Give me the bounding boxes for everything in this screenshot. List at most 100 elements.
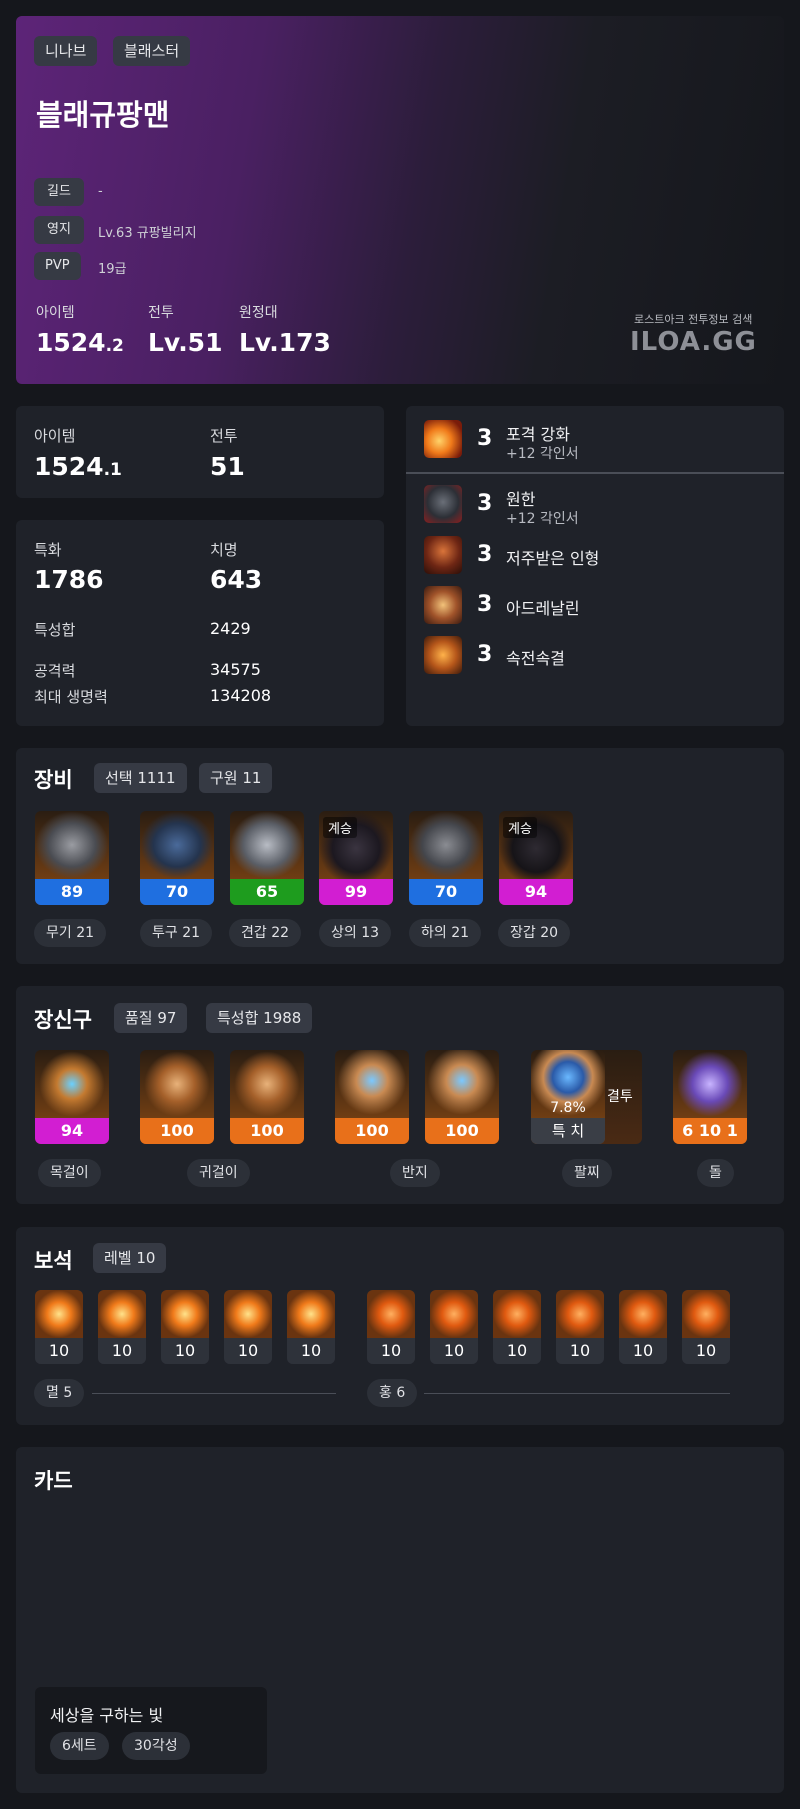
pants-slot[interactable]: 70 bbox=[409, 811, 483, 905]
card-set-box bbox=[35, 1687, 267, 1774]
grudge-engraving-icon bbox=[424, 485, 462, 523]
guild-value: - bbox=[98, 184, 103, 199]
item-quality: 65 bbox=[230, 879, 304, 905]
stat-sum-label: 특성합 bbox=[34, 621, 76, 639]
character-name: 블래규팡맨 bbox=[36, 98, 170, 132]
item-level-value: 1524.1 bbox=[34, 452, 122, 481]
weapon-icon bbox=[35, 811, 109, 879]
gem-level: 10 bbox=[556, 1338, 604, 1364]
helmet-slot[interactable]: 70 bbox=[140, 811, 214, 905]
gem-level: 10 bbox=[98, 1338, 146, 1364]
accessory-quality: 100 bbox=[335, 1118, 409, 1144]
bracelet-percent: 7.8% bbox=[550, 1100, 586, 1116]
equipment-title: 장비 bbox=[34, 768, 73, 792]
ability-stone-slot[interactable]: 6 10 1 bbox=[673, 1050, 747, 1144]
annihilation-gem-icon bbox=[161, 1290, 209, 1338]
gem-level: 10 bbox=[161, 1338, 209, 1364]
damage-gem-divider bbox=[92, 1393, 336, 1394]
earring-slot-1[interactable]: 100 bbox=[140, 1050, 214, 1144]
crimson-flame-gem-icon bbox=[367, 1290, 415, 1338]
annihilation-gem-icon bbox=[98, 1290, 146, 1338]
necklace-slot[interactable]: 94 bbox=[35, 1050, 109, 1144]
bracelet-label: 팔찌 bbox=[562, 1159, 612, 1187]
engraving-book: +12 각인서 bbox=[506, 511, 579, 527]
crimson-flame-gem-icon bbox=[430, 1290, 478, 1338]
card-set-count: 6세트 bbox=[50, 1732, 109, 1760]
max-hp-value: 134208 bbox=[210, 686, 272, 705]
gem-level-chip: 레벨 10 bbox=[93, 1243, 167, 1273]
gem-level: 10 bbox=[287, 1338, 335, 1364]
weapon-label: 무기 21 bbox=[34, 919, 107, 947]
pvp-value: 19급 bbox=[98, 262, 127, 277]
earring-icon bbox=[140, 1050, 214, 1118]
necklace-icon bbox=[35, 1050, 109, 1118]
gem-level: 10 bbox=[493, 1338, 541, 1364]
accessory-quality: 94 bbox=[35, 1118, 109, 1144]
ring-icon bbox=[425, 1050, 499, 1118]
item-quality: 70 bbox=[409, 879, 483, 905]
damage-gem[interactable]: 10 bbox=[224, 1290, 272, 1364]
damage-gem[interactable]: 10 bbox=[35, 1290, 83, 1364]
engraving-level: 3 bbox=[477, 491, 493, 516]
gem-level: 10 bbox=[619, 1338, 667, 1364]
crimson-flame-gem-icon bbox=[682, 1290, 730, 1338]
helmet-icon bbox=[140, 811, 214, 879]
adrenaline-engraving-icon bbox=[424, 586, 462, 624]
item-quality: 94 bbox=[499, 879, 573, 905]
card-set-name: 세상을 구하는 빛 bbox=[50, 1706, 164, 1725]
engraving-name: 속전속결 bbox=[506, 649, 565, 668]
server-badge: 니나브 bbox=[34, 36, 98, 66]
specialization-value: 1786 bbox=[34, 565, 104, 594]
ability-stone-icon bbox=[673, 1050, 747, 1118]
stat-sum-value: 2429 bbox=[210, 619, 251, 638]
cooldown-gem[interactable]: 10 bbox=[430, 1290, 478, 1364]
barrage-engraving-icon bbox=[424, 420, 462, 458]
ring-slot-1[interactable]: 100 bbox=[335, 1050, 409, 1144]
weapon-slot[interactable]: 89 bbox=[35, 811, 109, 905]
attack-power-value: 34575 bbox=[210, 660, 261, 679]
specialization-label: 특화 bbox=[34, 541, 62, 559]
annihilation-gem-icon bbox=[224, 1290, 272, 1338]
damage-gem[interactable]: 10 bbox=[98, 1290, 146, 1364]
accessories-title: 장신구 bbox=[34, 1008, 92, 1032]
annihilation-gem-icon bbox=[35, 1290, 83, 1338]
chest-slot[interactable]: 계승 99 bbox=[319, 811, 393, 905]
cooldown-gem-divider bbox=[424, 1393, 730, 1394]
estate-value: Lv.63 규팡빌리지 bbox=[98, 226, 197, 241]
engraving-level: 3 bbox=[477, 592, 493, 617]
accessory-quality: 100 bbox=[425, 1118, 499, 1144]
engraving-name: 아드레날린 bbox=[506, 599, 580, 618]
crimson-flame-gem-icon bbox=[556, 1290, 604, 1338]
engraving-name: 포격 강화 bbox=[506, 425, 570, 444]
accessory-quality: 100 bbox=[230, 1118, 304, 1144]
item-quality: 99 bbox=[319, 879, 393, 905]
crit-label: 치명 bbox=[210, 541, 238, 559]
bracelet-slot[interactable]: 7.8% 특 치 bbox=[531, 1050, 605, 1144]
engraving-level: 3 bbox=[477, 542, 493, 567]
quality-chip: 품질 97 bbox=[114, 1003, 188, 1033]
ring-slot-2[interactable]: 100 bbox=[425, 1050, 499, 1144]
earring-label: 귀걸이 bbox=[187, 1159, 250, 1187]
cooldown-gem-count: 홍 6 bbox=[367, 1379, 418, 1407]
set-salvation-chip: 구원 11 bbox=[199, 763, 273, 793]
shoulder-slot[interactable]: 65 bbox=[230, 811, 304, 905]
crimson-flame-gem-icon bbox=[619, 1290, 667, 1338]
cooldown-gem[interactable]: 10 bbox=[619, 1290, 667, 1364]
estate-label: 영지 bbox=[34, 216, 84, 244]
crimson-flame-gem-icon bbox=[493, 1290, 541, 1338]
cooldown-gem[interactable]: 10 bbox=[556, 1290, 604, 1364]
card-awaken-count: 30각성 bbox=[122, 1732, 190, 1760]
cooldown-gem[interactable]: 10 bbox=[493, 1290, 541, 1364]
gloves-slot[interactable]: 계승 94 bbox=[499, 811, 573, 905]
succession-tag: 계승 bbox=[323, 817, 357, 838]
damage-gem[interactable]: 10 bbox=[161, 1290, 209, 1364]
cooldown-gem[interactable]: 10 bbox=[682, 1290, 730, 1364]
gem-level: 10 bbox=[35, 1338, 83, 1364]
header-expedition-level: Lv.173 bbox=[239, 328, 331, 357]
header-combat-level: Lv.51 bbox=[148, 328, 223, 357]
earring-slot-2[interactable]: 100 bbox=[230, 1050, 304, 1144]
set-select-chip: 선택 1111 bbox=[94, 763, 187, 793]
cooldown-gem[interactable]: 10 bbox=[367, 1290, 415, 1364]
item-quality: 89 bbox=[35, 879, 109, 905]
damage-gem[interactable]: 10 bbox=[287, 1290, 335, 1364]
